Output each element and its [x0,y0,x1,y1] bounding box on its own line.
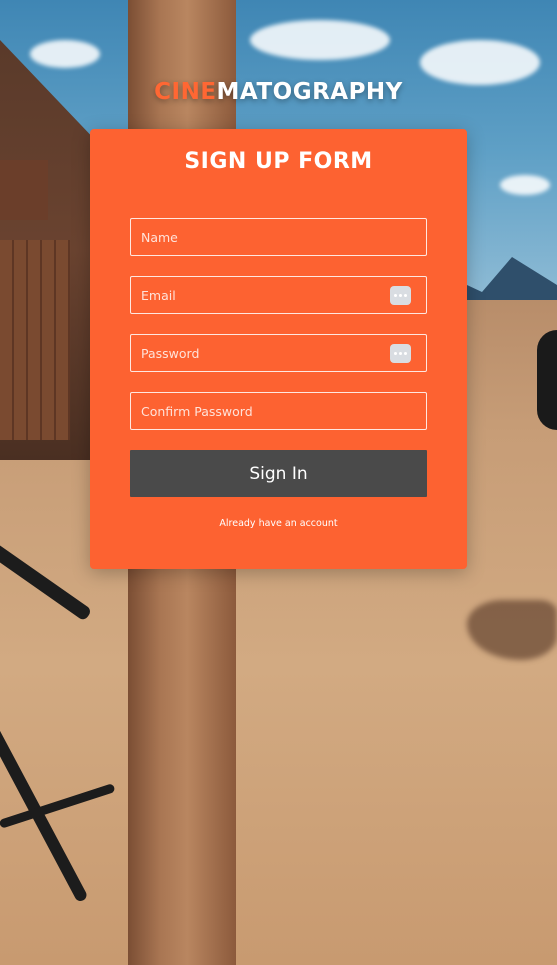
cloud [30,40,100,68]
password-manager-key-icon[interactable] [390,286,411,305]
signup-form: SIGN UP FORM Sign In Already have an acc… [90,129,467,569]
confirm-password-field[interactable] [130,392,427,430]
logo-part-main: MATOGRAPHY [216,79,403,105]
barn-sign [0,160,48,220]
email-field[interactable] [130,276,427,314]
cloud [500,175,550,195]
name-input[interactable] [131,219,426,255]
password-input[interactable] [131,335,426,371]
confirm-password-input[interactable] [131,393,426,429]
password-manager-key-icon[interactable] [390,344,411,363]
form-title: SIGN UP FORM [184,149,373,174]
barn-door [0,240,70,440]
brand-logo: CINEMATOGRAPHY [0,79,557,105]
person-silhouette [537,330,557,430]
sign-in-button[interactable]: Sign In [130,450,427,497]
already-have-account-link[interactable]: Already have an account [90,518,467,529]
logo-part-accent: CINE [154,79,217,105]
name-field[interactable] [130,218,427,256]
email-input[interactable] [131,277,426,313]
cloud [250,20,390,60]
password-field[interactable] [130,334,427,372]
